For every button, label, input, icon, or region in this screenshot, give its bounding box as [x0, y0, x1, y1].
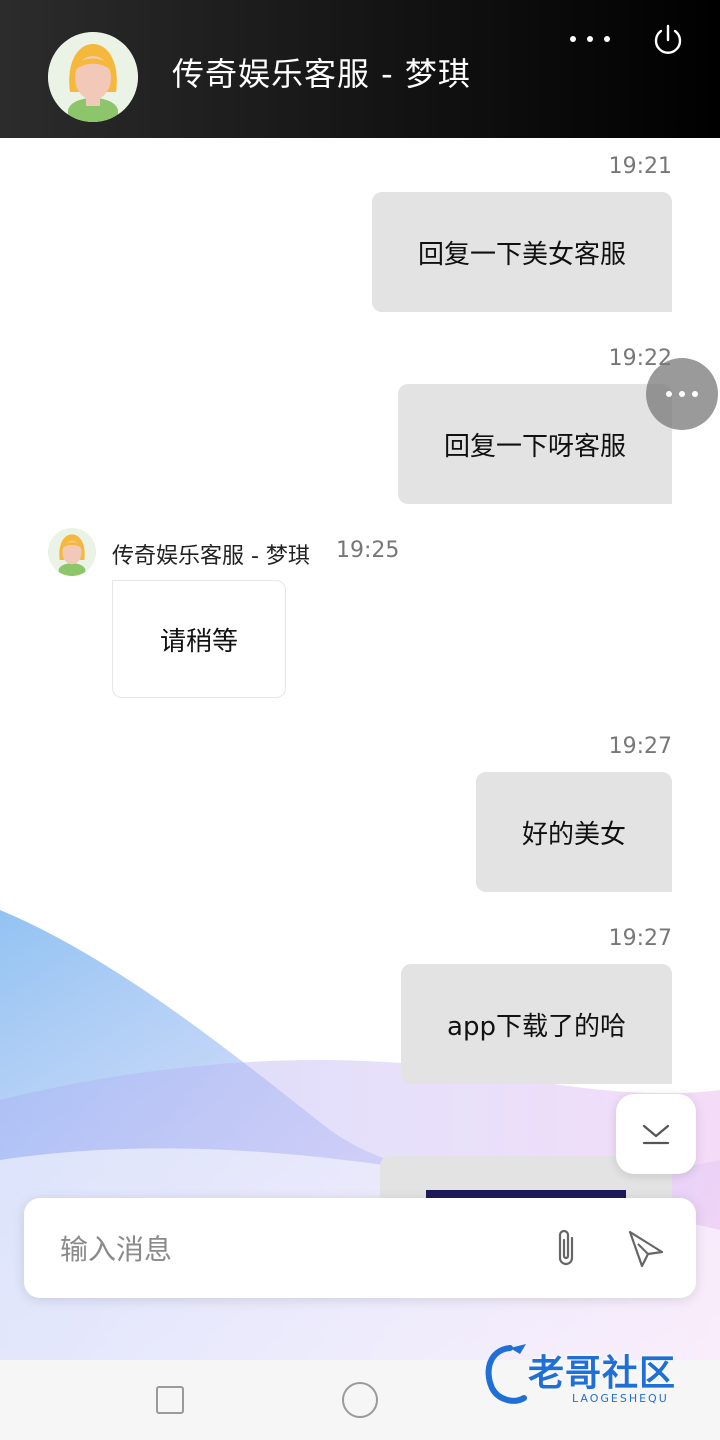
message-time: 19:27	[608, 926, 672, 951]
message-time: 19:27	[608, 734, 672, 759]
message-composer	[24, 1198, 696, 1298]
scroll-to-bottom-button[interactable]	[616, 1094, 696, 1174]
floating-menu-button[interactable]	[646, 358, 718, 430]
watermark-logo: 老哥社区 LAOGESHEQU	[480, 1340, 716, 1420]
message-bubble-out[interactable]: 回复一下美女客服	[371, 192, 672, 312]
send-icon[interactable]	[624, 1226, 668, 1270]
agent-avatar[interactable]	[48, 32, 138, 122]
avatar-face-icon	[48, 528, 96, 576]
chat-header: 传奇娱乐客服 - 梦琪	[0, 0, 720, 138]
message-bubble-in[interactable]: 请稍等	[112, 580, 286, 698]
message-bubble-out[interactable]: 好的美女	[475, 772, 672, 892]
more-options-icon[interactable]	[570, 26, 610, 52]
chevron-down-icon	[642, 1124, 670, 1145]
message-input[interactable]	[58, 1224, 502, 1274]
watermark-text: 老哥社区	[528, 1353, 677, 1394]
watermark-subtext: LAOGESHEQU	[572, 1392, 669, 1405]
chat-title: 传奇娱乐客服 - 梦琪	[172, 55, 471, 93]
home-icon[interactable]	[342, 1382, 378, 1418]
power-icon[interactable]	[648, 20, 688, 60]
message-bubble-out[interactable]: 回复一下呀客服	[397, 384, 672, 504]
message-bubble-out[interactable]: app下载了的哈	[401, 964, 672, 1084]
sender-name: 传奇娱乐客服 - 梦琪	[112, 544, 310, 569]
message-time: 19:21	[608, 154, 672, 179]
agent-avatar-small[interactable]	[48, 528, 96, 576]
attachment-icon[interactable]	[548, 1226, 584, 1270]
avatar-face-icon	[48, 32, 138, 122]
recent-apps-icon[interactable]	[156, 1386, 184, 1414]
message-time: 19:25	[336, 538, 400, 563]
